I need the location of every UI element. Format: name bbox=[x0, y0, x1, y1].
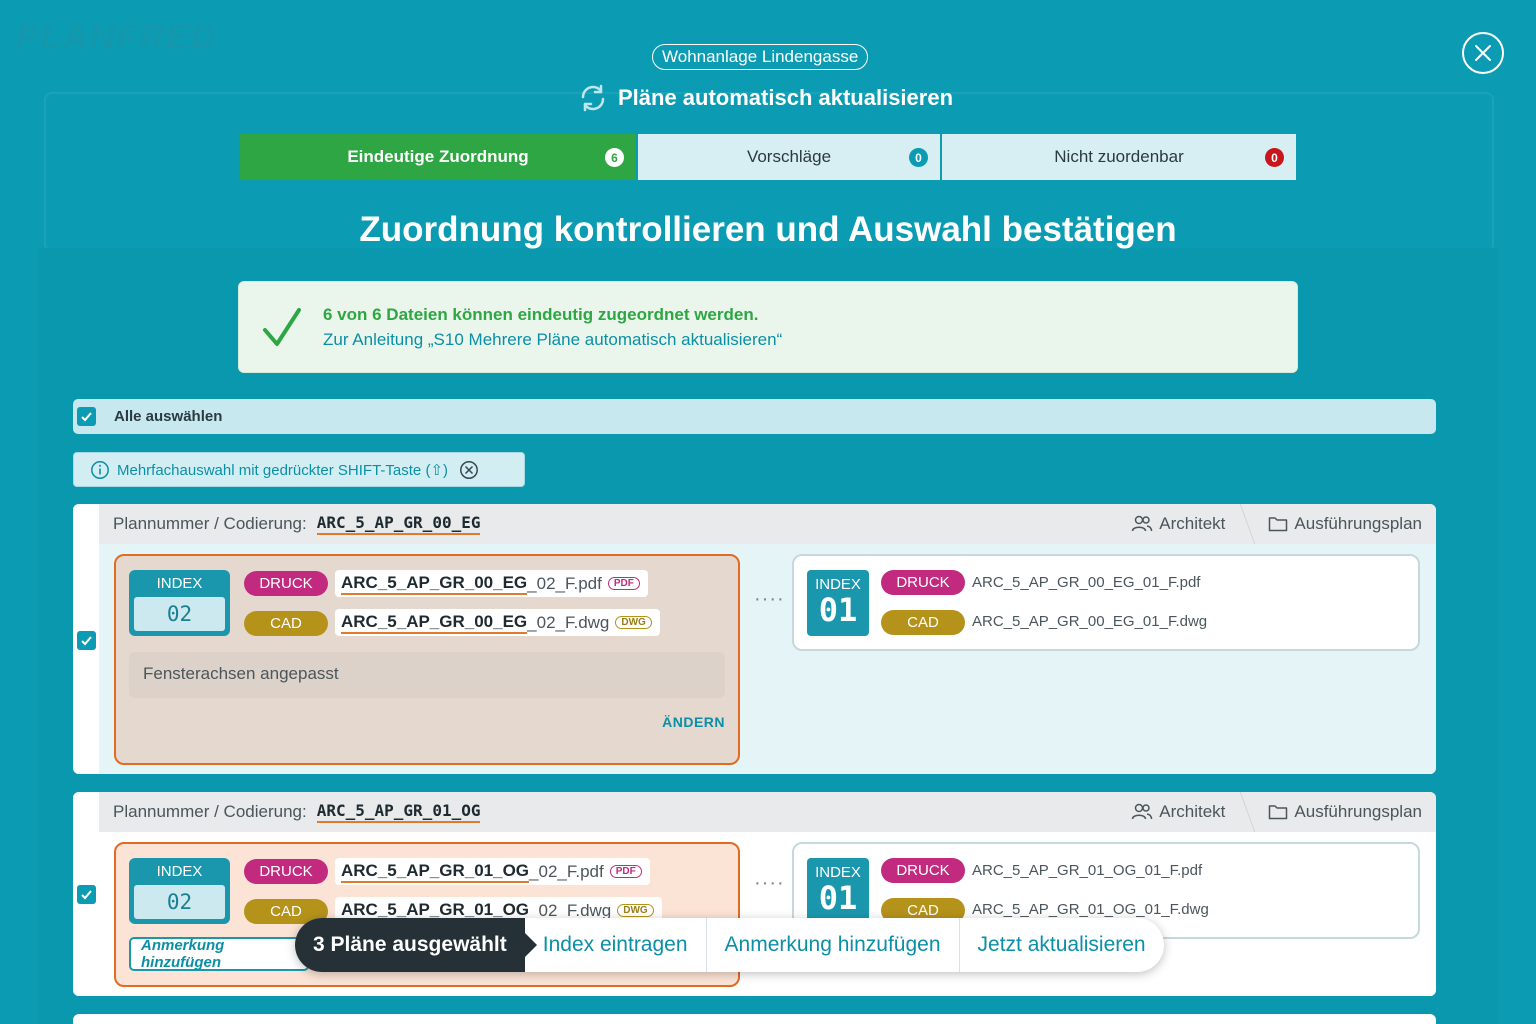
folder-icon bbox=[1269, 805, 1288, 820]
old-print-file: ARC_5_AP_GR_01_OG_01_F.pdf bbox=[972, 862, 1203, 879]
modal-title: Pläne automatisch aktualisieren bbox=[578, 82, 953, 114]
plan-row: Plannummer / Codierung: ARC_5_AP_GR_00_E… bbox=[73, 504, 1436, 774]
row-checkbox[interactable] bbox=[77, 885, 96, 904]
info-icon bbox=[91, 460, 109, 479]
success-info-box: 6 von 6 Dateien können eindeutig zugeord… bbox=[238, 281, 1298, 373]
check-icon bbox=[263, 308, 301, 346]
druck-badge: DRUCK bbox=[244, 859, 328, 884]
file-name-match: ARC_5_AP_GR_00_EG bbox=[341, 612, 528, 634]
row-meta: Architekt Ausführungsplan bbox=[1131, 504, 1422, 544]
old-version-card: INDEX 01 DRUCK ARC_5_AP_GR_00_EG_01_F.pd… bbox=[792, 554, 1420, 651]
page-title: Zuordnung kontrollieren und Auswahl best… bbox=[359, 210, 1177, 249]
role-label: Architekt bbox=[1159, 802, 1226, 821]
pdf-type-badge: PDF bbox=[607, 577, 640, 590]
shift-hint-text: Mehrfachauswahl mit gedrückter SHIFT-Tas… bbox=[117, 461, 449, 479]
old-cad-file: ARC_5_AP_GR_00_EG_01_F.dwg bbox=[972, 613, 1208, 630]
row-header: Plannummer / Codierung: ARC_5_AP_GR_01_O… bbox=[99, 792, 1436, 832]
old-index-value: 01 bbox=[818, 591, 858, 629]
plan-number-label: Plannummer / Codierung: bbox=[113, 514, 307, 533]
plan-code: ARC_5_AP_GR_01_OG bbox=[316, 801, 481, 823]
new-print-file: ARC_5_AP_GR_00_EG _02_F.pdf PDF bbox=[335, 570, 648, 597]
new-index-label: INDEX bbox=[156, 575, 203, 592]
connector-dots: ···· bbox=[754, 588, 785, 610]
row-checkbox[interactable] bbox=[77, 631, 96, 650]
plan-row-partial bbox=[73, 1014, 1436, 1024]
new-index-value[interactable]: 02 bbox=[134, 597, 225, 631]
tab-count-badge: 0 bbox=[1265, 148, 1284, 167]
dwg-type-badge: DWG bbox=[615, 616, 652, 629]
plan-number-label: Plannummer / Codierung: bbox=[113, 802, 307, 821]
new-index-box: INDEX 02 bbox=[129, 858, 230, 924]
checkbox-icon[interactable] bbox=[77, 407, 96, 426]
pdf-type-badge: PDF bbox=[609, 865, 642, 878]
new-cad-file: ARC_5_AP_GR_00_EG _02_F.dwg DWG bbox=[335, 609, 660, 636]
tab-count-badge: 6 bbox=[605, 148, 624, 167]
old-index-box: INDEX 01 bbox=[807, 570, 869, 636]
select-all-bar[interactable]: Alle auswählen bbox=[73, 399, 1436, 434]
success-message: 6 von 6 Dateien können eindeutig zugeord… bbox=[323, 305, 759, 324]
row-gutter bbox=[73, 792, 99, 996]
cad-badge: CAD bbox=[244, 611, 328, 636]
new-index-value[interactable]: 02 bbox=[134, 885, 225, 919]
file-name-match: ARC_5_AP_GR_00_EG bbox=[341, 573, 528, 595]
bulk-action-bar: 3 Pläne ausgewählt Index eintragen Anmer… bbox=[295, 918, 1164, 972]
tab-label: Nicht zuordenbar bbox=[1054, 147, 1184, 166]
file-name-suffix: _02_F.pdf bbox=[527, 573, 602, 593]
tab-suggestions[interactable]: Vorschläge 0 bbox=[638, 134, 940, 180]
tab-unique-match[interactable]: Eindeutige Zuordnung 6 bbox=[240, 134, 636, 180]
change-note-button[interactable]: ÄNDERN bbox=[662, 714, 725, 730]
new-version-card[interactable]: INDEX 02 DRUCK ARC_5_AP_GR_00_EG _02_F.p… bbox=[114, 554, 740, 765]
match-tabs: Eindeutige Zuordnung 6 Vorschläge 0 Nich… bbox=[240, 134, 1296, 180]
close-icon bbox=[1475, 45, 1491, 61]
old-index-value: 01 bbox=[818, 879, 858, 917]
app-logo: PLANFRED bbox=[16, 18, 218, 56]
file-name-suffix: _02_F.pdf bbox=[529, 861, 604, 881]
tab-unassignable[interactable]: Nicht zuordenbar 0 bbox=[942, 134, 1296, 180]
folder-icon bbox=[1269, 517, 1288, 532]
close-button[interactable] bbox=[1462, 32, 1504, 74]
plan-code: ARC_5_AP_GR_00_EG bbox=[316, 513, 481, 535]
divider bbox=[1240, 792, 1256, 832]
guide-link[interactable]: Zur Anleitung „S10 Mehrere Pläne automat… bbox=[323, 330, 782, 350]
tab-label: Vorschläge bbox=[746, 147, 832, 166]
old-cad-file: ARC_5_AP_GR_01_OG_01_F.dwg bbox=[972, 901, 1209, 918]
note-text: Fensterachsen angepasst bbox=[129, 652, 725, 698]
enter-index-button[interactable]: Index eintragen bbox=[525, 918, 707, 972]
clear-icon[interactable] bbox=[459, 460, 479, 480]
file-name-suffix: _02_F.dwg bbox=[527, 612, 610, 632]
new-print-file: ARC_5_AP_GR_01_OG _02_F.pdf PDF bbox=[335, 858, 650, 885]
connector-dots: ···· bbox=[754, 872, 785, 894]
update-now-button[interactable]: Jetzt aktualisieren bbox=[960, 918, 1164, 972]
users-icon bbox=[1132, 803, 1153, 820]
druck-badge: DRUCK bbox=[881, 858, 965, 883]
selection-count: 3 Pläne ausgewählt bbox=[295, 918, 537, 972]
druck-badge: DRUCK bbox=[881, 570, 965, 595]
add-note-button[interactable]: Anmerkung hinzufügen bbox=[129, 937, 309, 971]
old-print-file: ARC_5_AP_GR_00_EG_01_F.pdf bbox=[972, 574, 1201, 591]
row-body: INDEX 02 DRUCK ARC_5_AP_GR_00_EG _02_F.p… bbox=[99, 544, 1436, 774]
project-name-pill: Wohnanlage Lindengasse bbox=[652, 44, 869, 70]
row-header: Plannummer / Codierung: ARC_5_AP_GR_00_E… bbox=[99, 504, 1436, 544]
users-icon bbox=[1132, 515, 1153, 532]
tab-label: Eindeutige Zuordnung bbox=[347, 147, 529, 166]
row-gutter bbox=[73, 504, 99, 774]
row-meta: Architekt Ausführungsplan bbox=[1131, 792, 1422, 832]
druck-badge: DRUCK bbox=[244, 571, 328, 596]
cad-badge: CAD bbox=[881, 610, 965, 635]
role-label: Architekt bbox=[1159, 514, 1226, 533]
file-name-match: ARC_5_AP_GR_01_OG bbox=[341, 861, 530, 883]
select-all-label: Alle auswählen bbox=[114, 408, 223, 425]
old-index-box: INDEX 01 bbox=[807, 858, 869, 924]
new-index-box: INDEX 02 bbox=[129, 570, 230, 636]
plan-type-label: Ausführungsplan bbox=[1294, 514, 1422, 533]
sync-icon bbox=[581, 84, 605, 112]
dwg-type-badge: DWG bbox=[617, 904, 654, 917]
add-note-bulk-button[interactable]: Anmerkung hinzufügen bbox=[707, 918, 960, 972]
divider bbox=[1240, 504, 1256, 544]
plan-type-label: Ausführungsplan bbox=[1294, 802, 1422, 821]
tab-count-badge: 0 bbox=[909, 148, 928, 167]
modal-title-text: Pläne automatisch aktualisieren bbox=[618, 85, 954, 110]
shift-hint: Mehrfachauswahl mit gedrückter SHIFT-Tas… bbox=[73, 452, 525, 487]
new-index-label: INDEX bbox=[156, 863, 203, 880]
